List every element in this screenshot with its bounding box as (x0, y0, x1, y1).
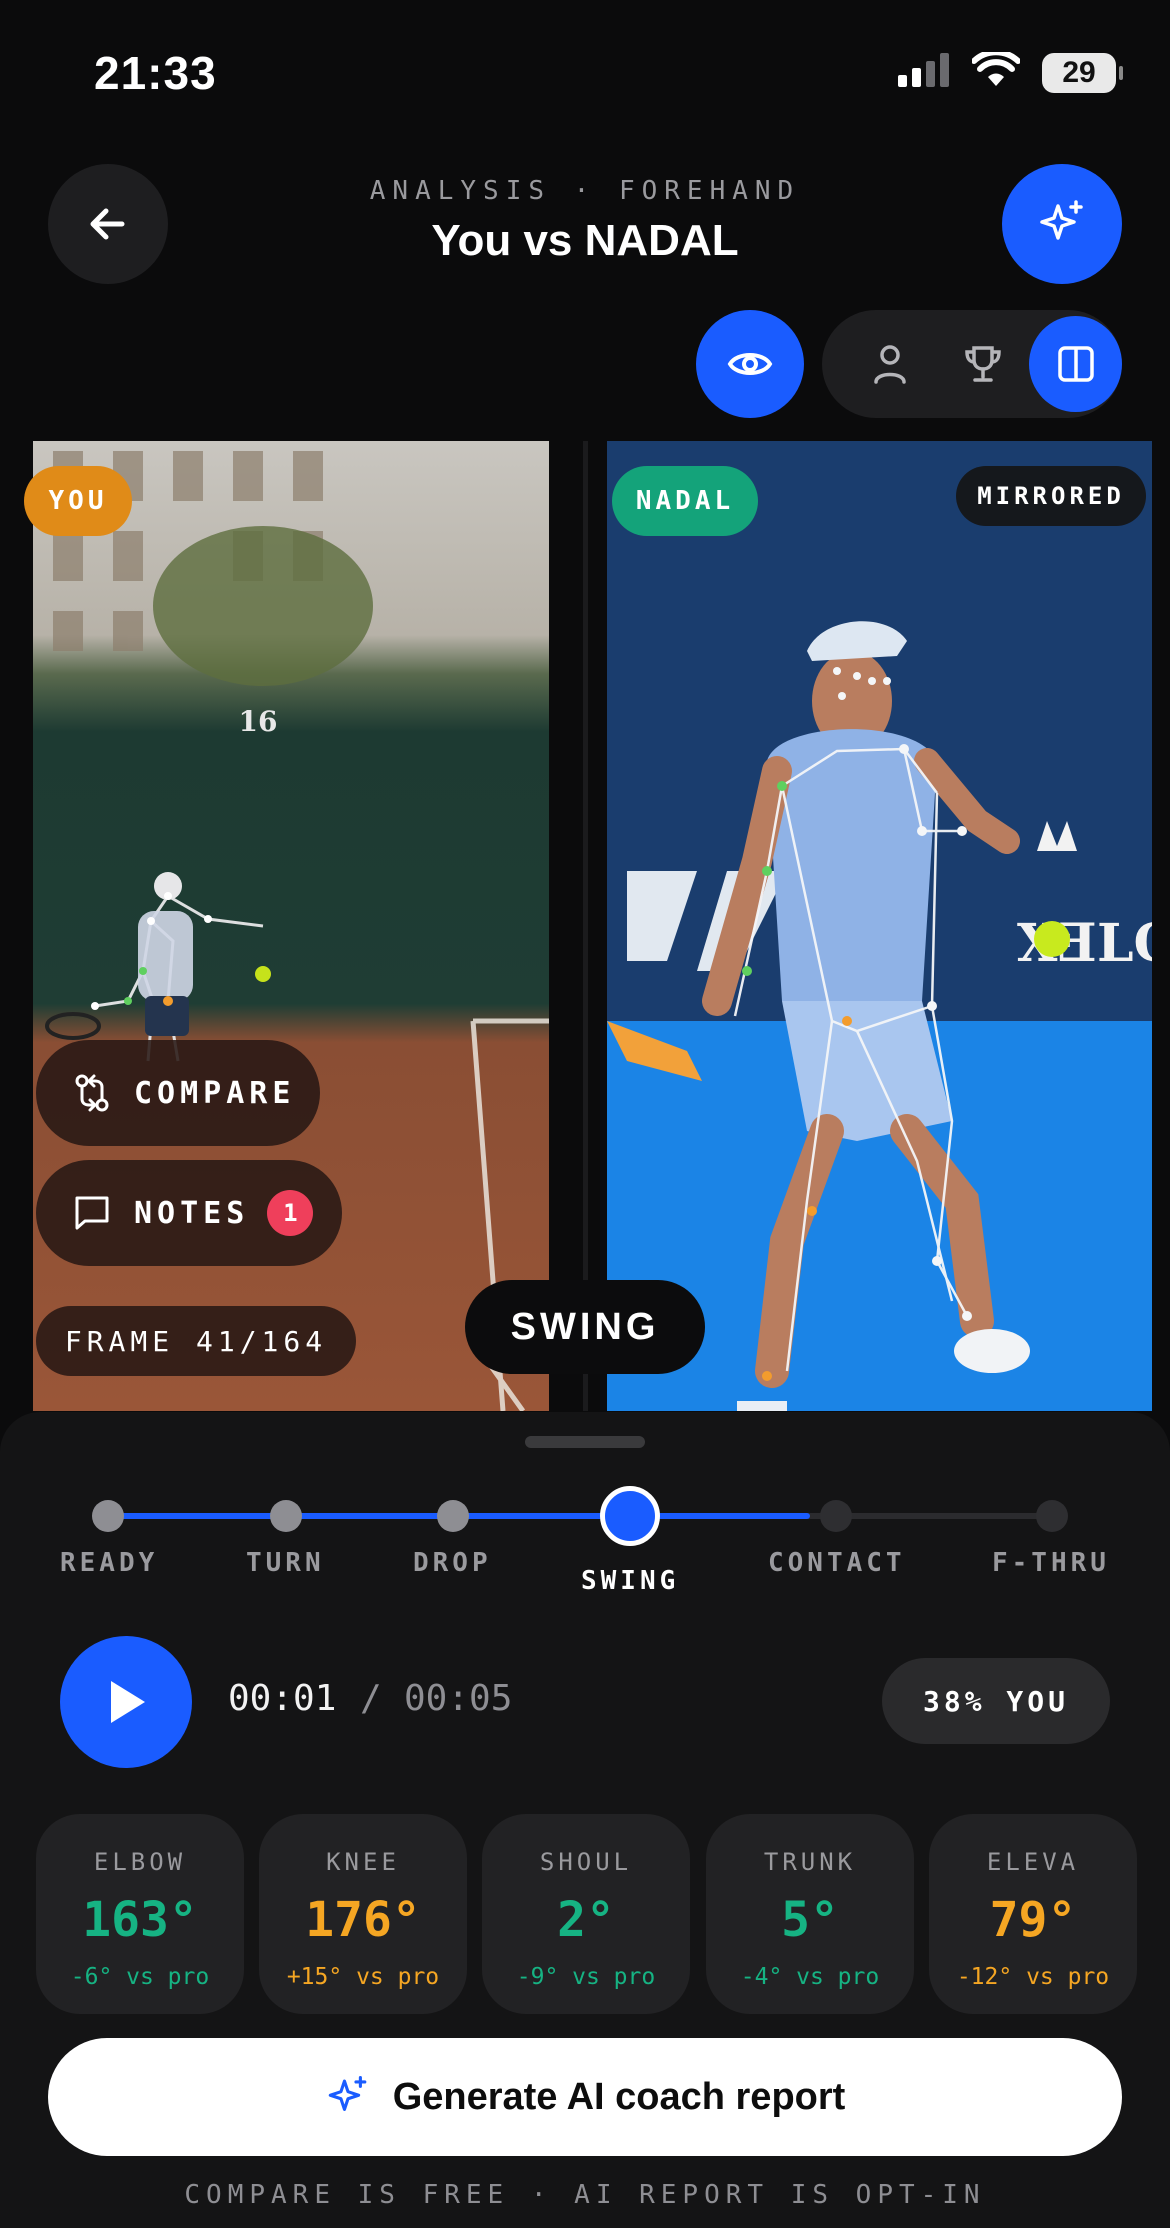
phase-dot-follow-through[interactable] (1036, 1500, 1068, 1532)
sheet-grabber[interactable] (525, 1436, 645, 1448)
status-time: 21:33 (94, 47, 217, 99)
phase-label-ready[interactable]: READY (60, 1548, 158, 1578)
wifi-icon (971, 49, 1021, 93)
header-subtitle: ANALYSIS · FOREHAND (369, 176, 801, 206)
metric-card-elbow[interactable]: ELBOW 163° -6° vs pro (36, 1814, 244, 2014)
compare-label: COMPARE (134, 1075, 296, 1111)
metric-value: 79° (989, 1892, 1077, 1948)
mode-split-button[interactable] (1029, 316, 1123, 412)
metric-label: SHOUL (539, 1848, 633, 1876)
metric-card-shoulder[interactable]: SHOUL 2° -9° vs pro (482, 1814, 690, 2014)
phase-label-follow-through[interactable]: F-THRU (992, 1548, 1110, 1578)
notes-button[interactable]: NOTES 1 (36, 1160, 342, 1266)
page-title: You vs NADAL (431, 216, 739, 265)
generate-report-label: Generate AI coach report (392, 2075, 846, 2118)
status-icons: 29 (898, 49, 1123, 93)
metric-value: 163° (82, 1892, 198, 1948)
phase-label-swing[interactable]: SWING (581, 1566, 679, 1596)
phase-dot-ready[interactable] (92, 1500, 124, 1532)
metric-card-elevation[interactable]: ELEVA 79° -12° vs pro (929, 1814, 1137, 2014)
phase-dot-turn[interactable] (270, 1500, 302, 1532)
pro-video-panel[interactable]: XƎLO (607, 441, 1152, 1411)
time-separator: / (360, 1678, 382, 1719)
metric-label: KNEE (326, 1848, 400, 1876)
person-icon (874, 345, 907, 384)
metric-value: 5° (781, 1892, 839, 1948)
phase-label-drop[interactable]: DROP (413, 1548, 492, 1578)
metric-delta: -9° vs pro (516, 1964, 656, 1990)
play-icon (111, 1681, 145, 1723)
view-mode-segmented (822, 310, 1123, 418)
split-view-icon (1057, 346, 1094, 382)
battery-icon: 29 (1042, 52, 1123, 93)
metric-card-knee[interactable]: KNEE 176° +15° vs pro (259, 1814, 467, 2014)
metric-label: ELBOW (93, 1848, 187, 1876)
generate-report-button[interactable]: Generate AI coach report (48, 2038, 1122, 2156)
notes-label: NOTES (134, 1195, 250, 1231)
mode-you-button[interactable] (844, 316, 937, 412)
you-badge: YOU (24, 466, 132, 536)
metric-delta: -6° vs pro (70, 1964, 210, 1990)
footer-note: COMPARE IS FREE · AI REPORT IS OPT-IN (184, 2180, 986, 2210)
ai-assist-button[interactable] (1002, 164, 1122, 284)
sparkle-icon (328, 2075, 367, 2111)
pro-badge: NADAL (612, 466, 758, 536)
mode-pro-button[interactable] (937, 316, 1030, 412)
phase-dot-drop[interactable] (437, 1500, 469, 1532)
compare-button[interactable]: COMPARE (36, 1040, 320, 1146)
split-divider[interactable] (583, 441, 588, 1411)
metric-delta: +15° vs pro (286, 1964, 440, 1990)
chat-bubble-icon (75, 1196, 109, 1230)
phase-label-contact[interactable]: CONTACT (768, 1548, 906, 1578)
match-percent-badge[interactable]: 38% YOU (882, 1658, 1110, 1744)
overlay-toggle-button[interactable] (696, 310, 804, 418)
current-time: 00:01 (228, 1678, 337, 1719)
metric-card-trunk[interactable]: TRUNK 5° -4° vs pro (706, 1814, 914, 2014)
svg-text:16: 16 (239, 705, 278, 738)
trophy-icon (965, 346, 1001, 382)
notes-count-badge: 1 (267, 1190, 314, 1236)
play-button[interactable] (60, 1636, 192, 1768)
phase-dot-swing[interactable] (600, 1486, 660, 1546)
metric-value: 2° (557, 1892, 615, 1948)
metric-value: 176° (305, 1892, 421, 1948)
phase-overlay-label: SWING (465, 1280, 705, 1374)
metric-label: ELEVA (986, 1848, 1080, 1876)
pro-video-frame: XƎLO (607, 441, 1152, 1411)
compare-arrows-icon (75, 1074, 109, 1112)
frame-counter: FRAME 41/164 (36, 1306, 356, 1376)
phase-label-turn[interactable]: TURN (246, 1548, 325, 1578)
phase-dot-contact[interactable] (820, 1500, 852, 1532)
metric-delta: -4° vs pro (740, 1964, 880, 1990)
eye-icon (727, 353, 773, 375)
signal-icon (898, 53, 950, 92)
mirrored-badge: MIRRORED (956, 466, 1146, 526)
metric-delta: -12° vs pro (956, 1964, 1110, 1990)
sparkle-icon (1040, 200, 1083, 240)
total-time: 00:05 (404, 1678, 513, 1719)
metric-label: TRUNK (763, 1848, 857, 1876)
